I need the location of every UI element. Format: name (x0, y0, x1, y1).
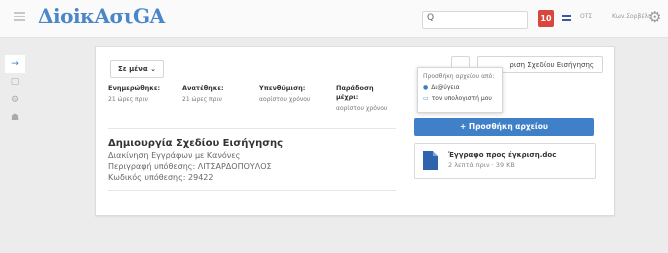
meta-label: Υπενθύμιση: (259, 84, 306, 92)
add-file-source-menu: Προσθήκη αρχείου από: ● Δι@ύγεια ▭ τον υπο… (417, 67, 503, 113)
computer-icon: ▭ (423, 95, 429, 102)
assignee-dropdown[interactable]: Σε μένα ⌄ (110, 60, 165, 78)
sidebar-item-documents[interactable]: ▢ (5, 73, 25, 91)
meta-label: Παράδοση μέχρι: (336, 84, 374, 101)
attached-file[interactable]: Έγγραφο προς έγκριση.doc 2 λεπτά πριν · … (414, 143, 596, 179)
meta-assigned: Ανατέθηκε: 21 ώρες πριν (182, 84, 224, 103)
menu-item-computer[interactable]: ▭ τον υπολογιστή μου (423, 95, 502, 102)
meta-value: 21 ώρες πριν (182, 96, 222, 103)
menu-item-label: Δι@ύγεια (431, 84, 460, 91)
task-card: Σε μένα ⌄ Ενημερώθηκε: 21 ώρες πριν Ανατ… (95, 46, 615, 216)
add-file-button[interactable]: + Προσθήκη αρχείου (414, 118, 594, 136)
task-title: Δημιουργία Σχεδίου Εισήγησης (108, 138, 284, 149)
search-icon: Q (427, 13, 435, 23)
task-description: Περιγραφή υπόθεσης: ΛΙΤΣΑΡΔΟΠΟΥΛΟΣ (108, 162, 272, 171)
menu-item-label: τον υπολογιστή μου (431, 95, 492, 102)
sidebar: → ▢ ⚙ ☗ (5, 55, 25, 127)
document-icon (423, 151, 438, 170)
meta-updated: Ενημερώθηκε: 21 ώρες πριν (108, 84, 160, 103)
task-workflow: Διακίνηση Εγγράφων με Κανόνες (108, 151, 241, 160)
divider (108, 128, 396, 129)
meta-reminder: Υπενθύμιση: αορίστου χρόνου (259, 84, 310, 103)
file-name[interactable]: Έγγραφο προς έγκριση.doc (448, 151, 556, 159)
divider (108, 190, 396, 191)
meta-due: Παράδοση μέχρι: αορίστου χρόνου (336, 84, 394, 112)
sidebar-item-tasks[interactable]: → (5, 55, 25, 73)
menu-item-diavgeia[interactable]: ● Δι@ύγεια (423, 84, 502, 91)
user-name[interactable]: Κων.Σορβέλη (612, 13, 652, 20)
cloud-icon: ● (423, 84, 429, 91)
task-code: Κωδικός υπόθεσης: 29422 (108, 173, 214, 182)
meta-value: 21 ώρες πριν (108, 96, 148, 103)
notifications-badge[interactable]: 10 (538, 10, 554, 27)
sidebar-item-users[interactable]: ☗ (5, 109, 25, 127)
gear-icon[interactable]: ⚙ (648, 8, 661, 26)
file-meta: 2 λεπτά πριν · 39 KB (448, 161, 515, 169)
meta-label: Ανατέθηκε: (182, 84, 224, 92)
meta-label: Ενημερώθηκε: (108, 84, 161, 92)
search-input[interactable]: Q (422, 11, 528, 29)
sidebar-item-settings[interactable]: ⚙ (5, 91, 25, 109)
menu-header: Προσθήκη αρχείου από: (423, 73, 495, 80)
meta-value: αορίστου χρόνου (259, 96, 311, 103)
top-bar: ΔiοiκΑσιGΑ Q 10 ΟΤΣ Κων.Σορβέλη ⚙ (0, 0, 668, 38)
menu-icon[interactable] (14, 12, 25, 21)
app-logo[interactable]: ΔiοiκΑσιGΑ (38, 4, 165, 28)
language-flag-icon[interactable] (562, 15, 571, 21)
ots-link[interactable]: ΟΤΣ (580, 13, 592, 20)
meta-value: αορίστου χρόνου (336, 105, 388, 112)
